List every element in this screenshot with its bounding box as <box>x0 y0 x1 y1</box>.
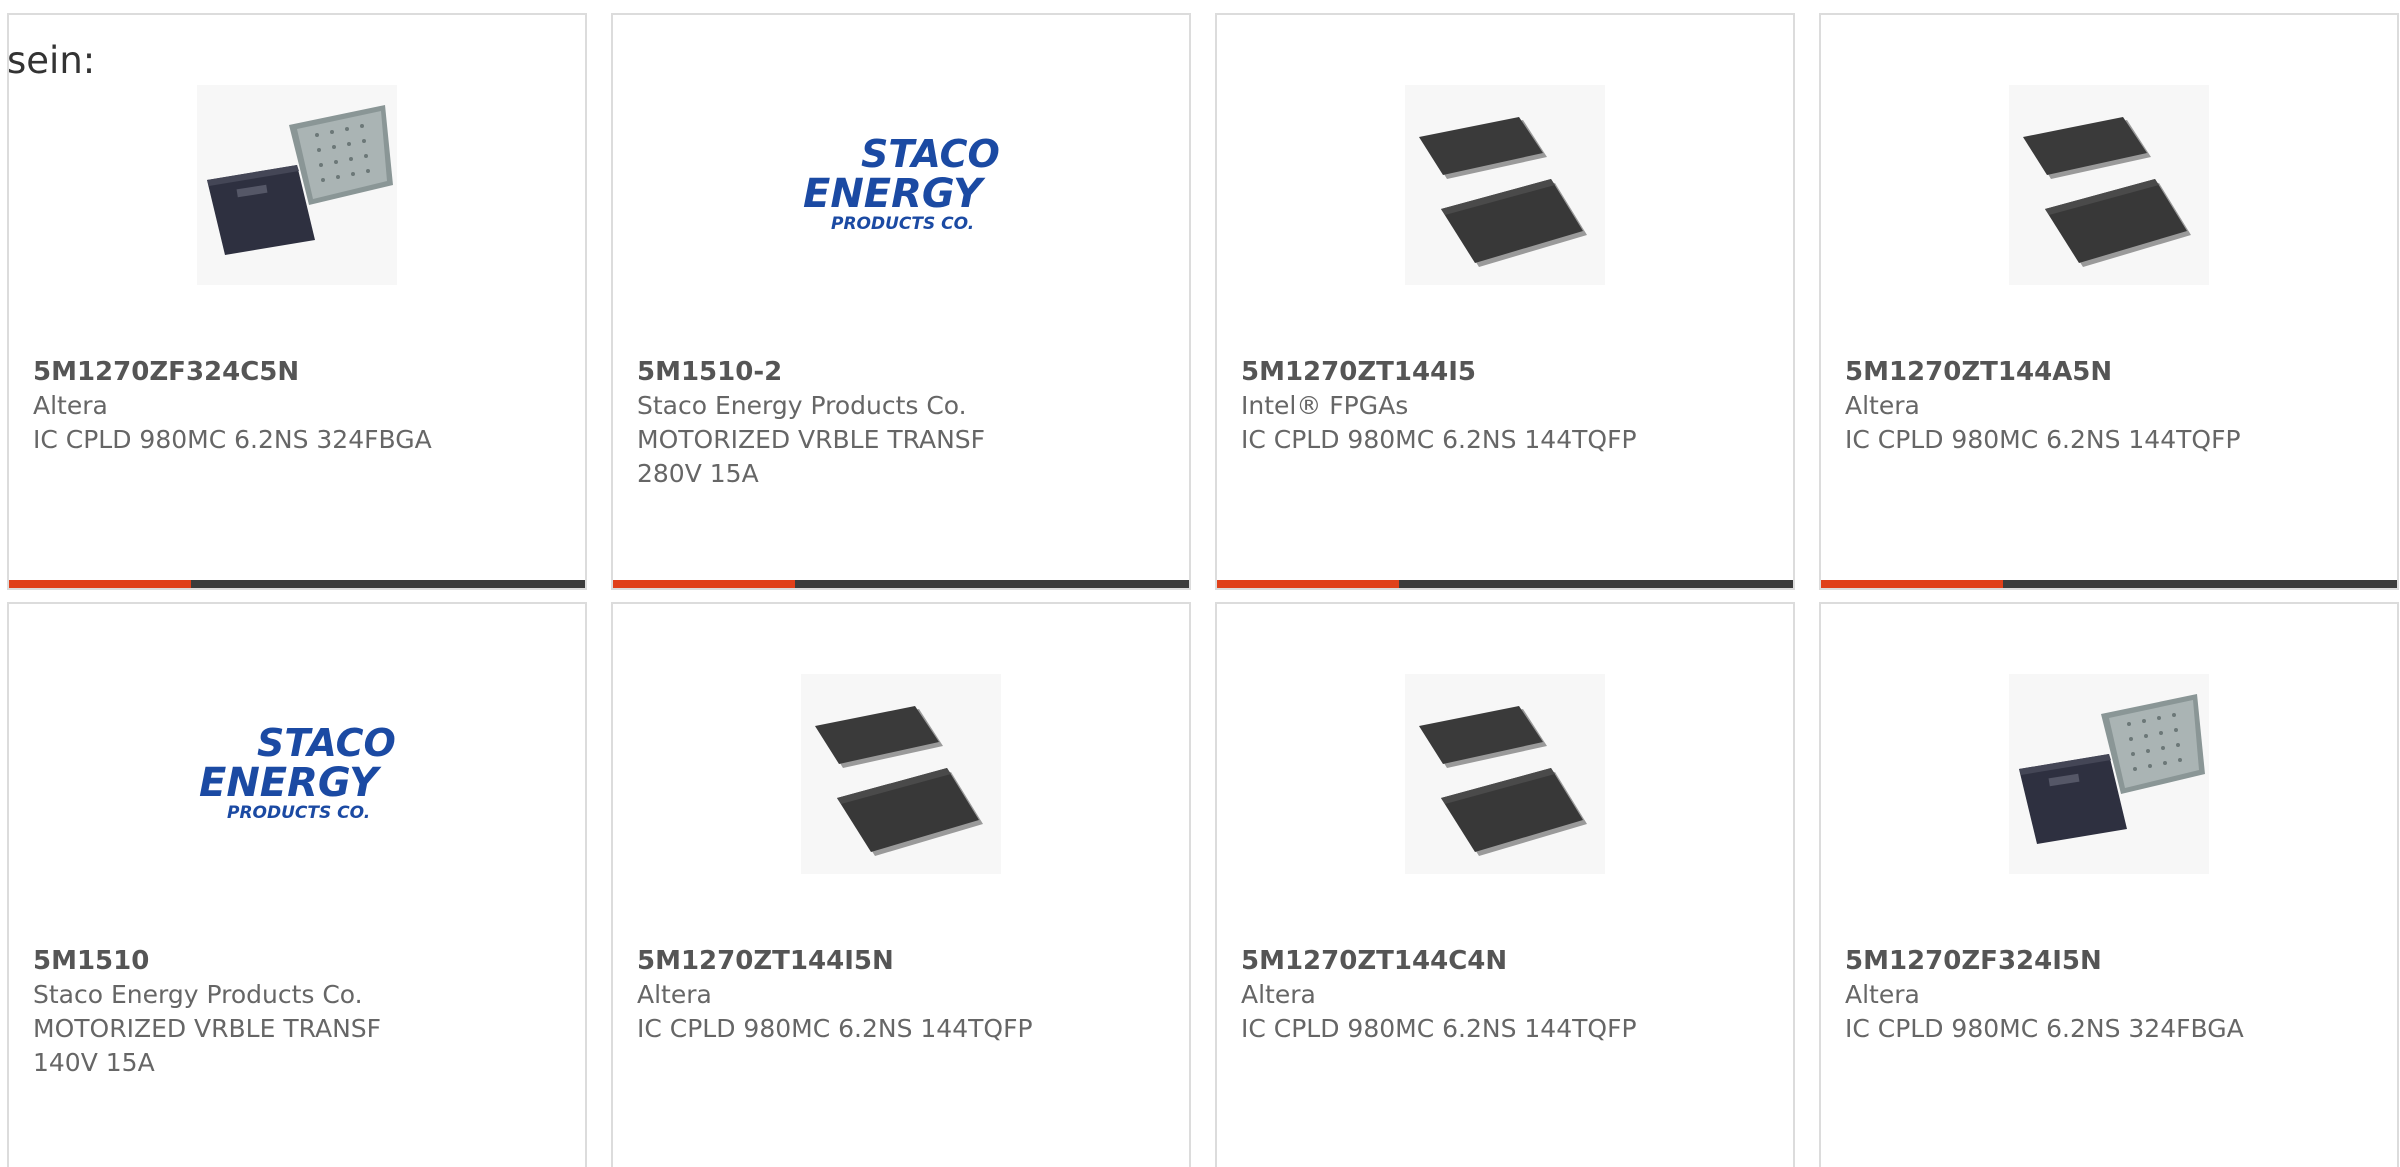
tqfp-chip-image[interactable] <box>1405 674 1605 874</box>
card-progress-bar <box>1821 580 2397 588</box>
product-info: 5M1270ZT144A5N Altera IC CPLD 980MC 6.2N… <box>1845 355 2377 457</box>
product-card[interactable]: 5M1270ZF324C5N Altera IC CPLD 980MC 6.2N… <box>7 13 587 590</box>
card-progress-bar <box>9 580 585 588</box>
product-info: 5M1270ZT144I5N Altera IC CPLD 980MC 6.2N… <box>637 944 1169 1046</box>
intro-text: sein: <box>7 39 96 82</box>
product-info: 5M1270ZF324I5N Altera IC CPLD 980MC 6.2N… <box>1845 944 2377 1046</box>
bga-chip-image[interactable] <box>2009 674 2209 874</box>
svg-text:ENERGY: ENERGY <box>803 171 986 217</box>
tqfp-chip-icon <box>1419 117 1587 267</box>
staco-logo[interactable]: STACO ENERGY PRODUCTS CO. <box>187 674 407 874</box>
description: MOTORIZED VRBLE TRANSF 280V 15A <box>637 425 986 488</box>
tqfp-chip-image[interactable] <box>801 674 1001 874</box>
manufacturer: Altera <box>1241 980 1316 1009</box>
tqfp-chip-image[interactable] <box>1405 85 1605 285</box>
product-grid: 5M1270ZF324C5N Altera IC CPLD 980MC 6.2N… <box>7 13 2399 1167</box>
tqfp-chip-icon <box>2023 117 2191 267</box>
svg-text:PRODUCTS CO.: PRODUCTS CO. <box>831 214 974 234</box>
product-card[interactable]: 5M1270ZT144I5 Intel® FPGAs IC CPLD 980MC… <box>1215 13 1795 590</box>
part-number[interactable]: 5M1270ZT144I5N <box>637 944 1169 978</box>
part-number[interactable]: 5M1510-2 <box>637 355 1169 389</box>
description: MOTORIZED VRBLE TRANSF 140V 15A <box>33 1014 382 1077</box>
tqfp-chip-icon <box>815 706 983 856</box>
description: IC CPLD 980MC 6.2NS 144TQFP <box>1845 425 2241 454</box>
description: IC CPLD 980MC 6.2NS 144TQFP <box>637 1014 1033 1043</box>
svg-text:PRODUCTS CO.: PRODUCTS CO. <box>227 803 370 823</box>
part-number[interactable]: 5M1270ZF324C5N <box>33 355 565 389</box>
manufacturer: Intel® FPGAs <box>1241 391 1409 420</box>
product-listing-page: sein: 5M1270ZF324C5N Altera IC CPLD 980M… <box>0 0 2400 1167</box>
description: IC CPLD 980MC 6.2NS 324FBGA <box>1845 1014 2244 1043</box>
product-info: 5M1510-2 Staco Energy Products Co. MOTOR… <box>637 355 1169 491</box>
product-info: 5M1270ZF324C5N Altera IC CPLD 980MC 6.2N… <box>33 355 565 457</box>
part-number[interactable]: 5M1270ZT144C4N <box>1241 944 1773 978</box>
description: IC CPLD 980MC 6.2NS 144TQFP <box>1241 425 1637 454</box>
manufacturer: Altera <box>637 980 712 1009</box>
product-card[interactable]: STACO ENERGY PRODUCTS CO. 5M1510 Staco E… <box>7 602 587 1167</box>
staco-logo-icon: STACO ENERGY PRODUCTS CO. <box>199 721 396 823</box>
product-info: 5M1270ZT144C4N Altera IC CPLD 980MC 6.2N… <box>1241 944 1773 1046</box>
manufacturer: Altera <box>1845 980 1920 1009</box>
product-card[interactable]: 5M1270ZF324I5N Altera IC CPLD 980MC 6.2N… <box>1819 602 2399 1167</box>
product-card[interactable]: 5M1270ZT144I5N Altera IC CPLD 980MC 6.2N… <box>611 602 1191 1167</box>
card-progress-bar <box>613 580 1189 588</box>
part-number[interactable]: 5M1270ZF324I5N <box>1845 944 2377 978</box>
bga-chip-image[interactable] <box>197 85 397 285</box>
manufacturer: Altera <box>1845 391 1920 420</box>
description: IC CPLD 980MC 6.2NS 144TQFP <box>1241 1014 1637 1043</box>
product-card[interactable]: 5M1270ZT144C4N Altera IC CPLD 980MC 6.2N… <box>1215 602 1795 1167</box>
manufacturer: Staco Energy Products Co. <box>33 980 363 1009</box>
product-info: 5M1510 Staco Energy Products Co. MOTORIZ… <box>33 944 565 1080</box>
bga-chip-icon <box>207 105 393 255</box>
bga-chip-icon <box>2019 694 2205 844</box>
staco-logo[interactable]: STACO ENERGY PRODUCTS CO. <box>791 85 1011 285</box>
part-number[interactable]: 5M1270ZT144I5 <box>1241 355 1773 389</box>
manufacturer: Staco Energy Products Co. <box>637 391 967 420</box>
tqfp-chip-image[interactable] <box>2009 85 2209 285</box>
part-number[interactable]: 5M1270ZT144A5N <box>1845 355 2377 389</box>
staco-logo-icon: STACO ENERGY PRODUCTS CO. <box>803 132 1000 234</box>
product-card[interactable]: STACO ENERGY PRODUCTS CO. 5M1510-2 Staco… <box>611 13 1191 590</box>
part-number[interactable]: 5M1510 <box>33 944 565 978</box>
manufacturer: Altera <box>33 391 108 420</box>
svg-text:ENERGY: ENERGY <box>199 760 382 806</box>
product-info: 5M1270ZT144I5 Intel® FPGAs IC CPLD 980MC… <box>1241 355 1773 457</box>
tqfp-chip-icon <box>1419 706 1587 856</box>
card-progress-bar <box>1217 580 1793 588</box>
svg-text:STACO: STACO <box>861 132 1000 176</box>
product-card[interactable]: 5M1270ZT144A5N Altera IC CPLD 980MC 6.2N… <box>1819 13 2399 590</box>
description: IC CPLD 980MC 6.2NS 324FBGA <box>33 425 432 454</box>
svg-text:STACO: STACO <box>257 721 396 765</box>
